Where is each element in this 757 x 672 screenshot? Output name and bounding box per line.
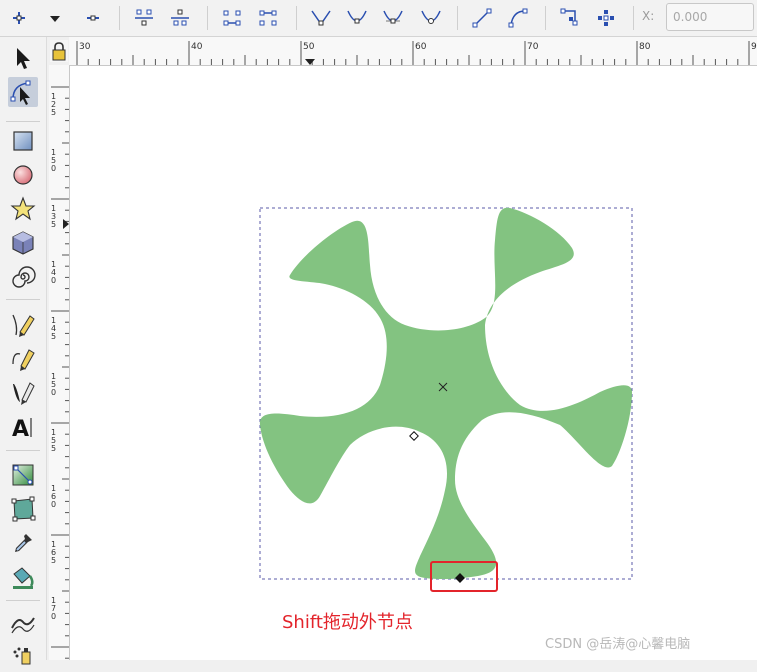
canvas-drawing [259, 207, 633, 592]
ruler-pointer-marker [305, 59, 315, 65]
ruler-label: 30 [79, 42, 91, 52]
ruler-label: 50 [303, 42, 315, 52]
ruler-label: 80 [639, 42, 651, 52]
svg-text:A: A [12, 417, 29, 442]
break-path-icon[interactable] [167, 5, 193, 31]
ruler-label: 5 [51, 444, 56, 453]
vertical-ruler-ticks: 125150135140145150155160165170 [51, 86, 69, 659]
x-coordinate-label: X: [642, 9, 655, 23]
stroke-to-path-icon[interactable] [593, 5, 619, 31]
ruler-label: 5 [51, 332, 56, 341]
ruler-label: 0 [51, 276, 56, 285]
toolbox-divider [6, 450, 40, 451]
flower-shape[interactable] [259, 207, 632, 580]
ruler-label: 70 [527, 42, 539, 52]
lock-icon[interactable] [50, 40, 68, 62]
toolbar-divider [207, 6, 208, 30]
x-coordinate-input[interactable] [666, 3, 754, 31]
ruler-label: 40 [191, 42, 203, 52]
ruler-label: 90 [751, 42, 757, 52]
node-smooth-icon[interactable] [344, 5, 370, 31]
segment-line-icon[interactable] [469, 5, 495, 31]
toolbox-divider [6, 121, 40, 122]
node-tool-icon[interactable] [8, 77, 38, 107]
node-auto-icon[interactable] [418, 5, 444, 31]
segment-curve-icon[interactable] [505, 5, 531, 31]
rectangle-tool-icon[interactable] [8, 126, 38, 156]
node-symmetric-icon[interactable] [380, 5, 406, 31]
toolbox: A [0, 37, 47, 665]
horizontal-ruler[interactable]: 30 40 50 60 70 80 90 [69, 37, 757, 66]
drawing-canvas[interactable] [70, 66, 757, 660]
toolbar-divider [296, 6, 297, 30]
text-tool-icon[interactable]: A [8, 412, 38, 442]
horizontal-ruler-ticks: 30 40 50 60 70 80 90 [76, 41, 757, 65]
insert-node-icon[interactable] [6, 5, 32, 31]
ruler-label: 60 [415, 42, 427, 52]
ruler-label: 0 [51, 500, 56, 509]
ruler-pointer-marker [63, 219, 69, 229]
mesh-tool-icon[interactable] [8, 494, 38, 524]
delete-segment-icon[interactable] [255, 5, 281, 31]
ruler-label: 5 [51, 556, 56, 565]
ruler-label: 5 [51, 220, 56, 229]
ruler-label: 0 [51, 612, 56, 621]
calligraphy-tool-icon[interactable] [8, 378, 38, 408]
chevron-down-icon[interactable] [42, 5, 68, 31]
join-segment-icon[interactable] [219, 5, 245, 31]
spiral-tool-icon[interactable] [8, 262, 38, 292]
toolbar-divider [119, 6, 120, 30]
pencil-tool-icon[interactable] [8, 310, 38, 340]
watermark: CSDN @岳涛@心馨电脑 [545, 637, 691, 652]
tweak-tool-icon[interactable] [8, 608, 38, 638]
paint-bucket-icon[interactable] [8, 562, 38, 592]
toolbar-divider [633, 6, 634, 30]
toolbar-divider [457, 6, 458, 30]
ruler-label: 0 [51, 164, 56, 173]
ruler-label: 5 [51, 108, 56, 117]
join-nodes-icon[interactable] [131, 5, 157, 31]
star-tool-icon[interactable] [8, 194, 38, 224]
dropper-tool-icon[interactable] [8, 528, 38, 558]
vertical-ruler[interactable]: 125150135140145150155160165170 [49, 65, 70, 660]
toolbox-divider [6, 600, 40, 601]
node-cusp-icon[interactable] [308, 5, 334, 31]
ruler-label: 0 [51, 388, 56, 397]
gradient-tool-icon[interactable] [8, 460, 38, 490]
annotation-caption: Shift拖动外节点 [282, 612, 413, 633]
object-to-path-icon[interactable] [557, 5, 583, 31]
toolbox-divider [6, 299, 40, 300]
toolbar-divider [545, 6, 546, 30]
selector-tool-icon[interactable] [8, 43, 38, 73]
node-handle[interactable] [409, 431, 419, 441]
3d-box-tool-icon[interactable] [8, 228, 38, 258]
delete-node-icon[interactable] [80, 5, 106, 31]
ellipse-tool-icon[interactable] [8, 160, 38, 190]
spray-tool-icon[interactable] [8, 642, 38, 672]
node-toolbar: X: [0, 0, 757, 37]
pen-tool-icon[interactable] [8, 344, 38, 374]
